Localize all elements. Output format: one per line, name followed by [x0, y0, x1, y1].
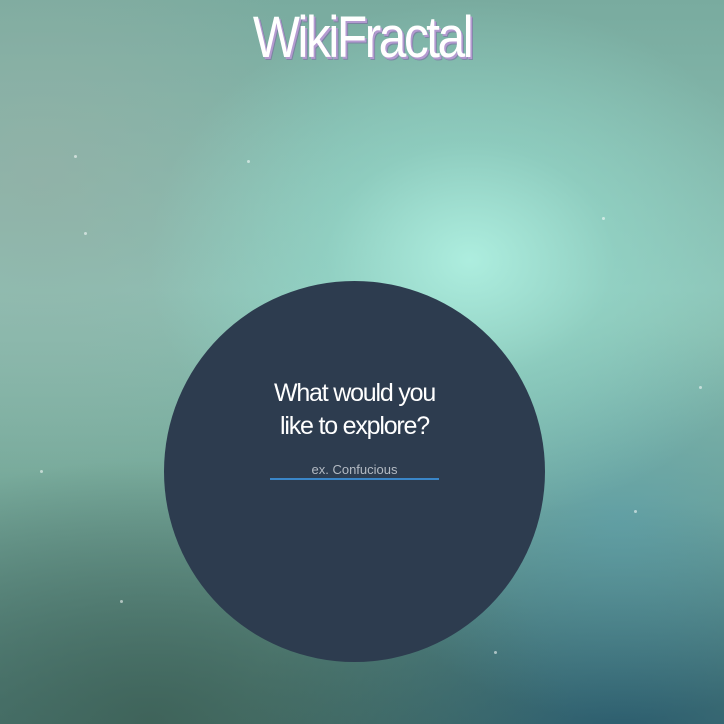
background-speck: [84, 232, 87, 235]
background-speck: [120, 600, 123, 603]
background-speck: [634, 510, 637, 513]
explore-prompt-line-2: like to explore?: [280, 412, 430, 440]
background-speck: [247, 160, 250, 163]
background-speck: [74, 155, 77, 158]
explore-prompt-line-1: What would you: [273, 379, 436, 407]
site-title: WikiFractal: [252, 5, 474, 70]
explore-prompt: What would you like to explore?: [164, 377, 545, 443]
background-speck: [699, 386, 702, 389]
explore-panel: What would you like to explore?: [164, 281, 545, 662]
background-speck: [494, 651, 497, 654]
search-input[interactable]: [270, 460, 439, 480]
background-speck: [40, 470, 43, 473]
background-speck: [602, 217, 605, 220]
